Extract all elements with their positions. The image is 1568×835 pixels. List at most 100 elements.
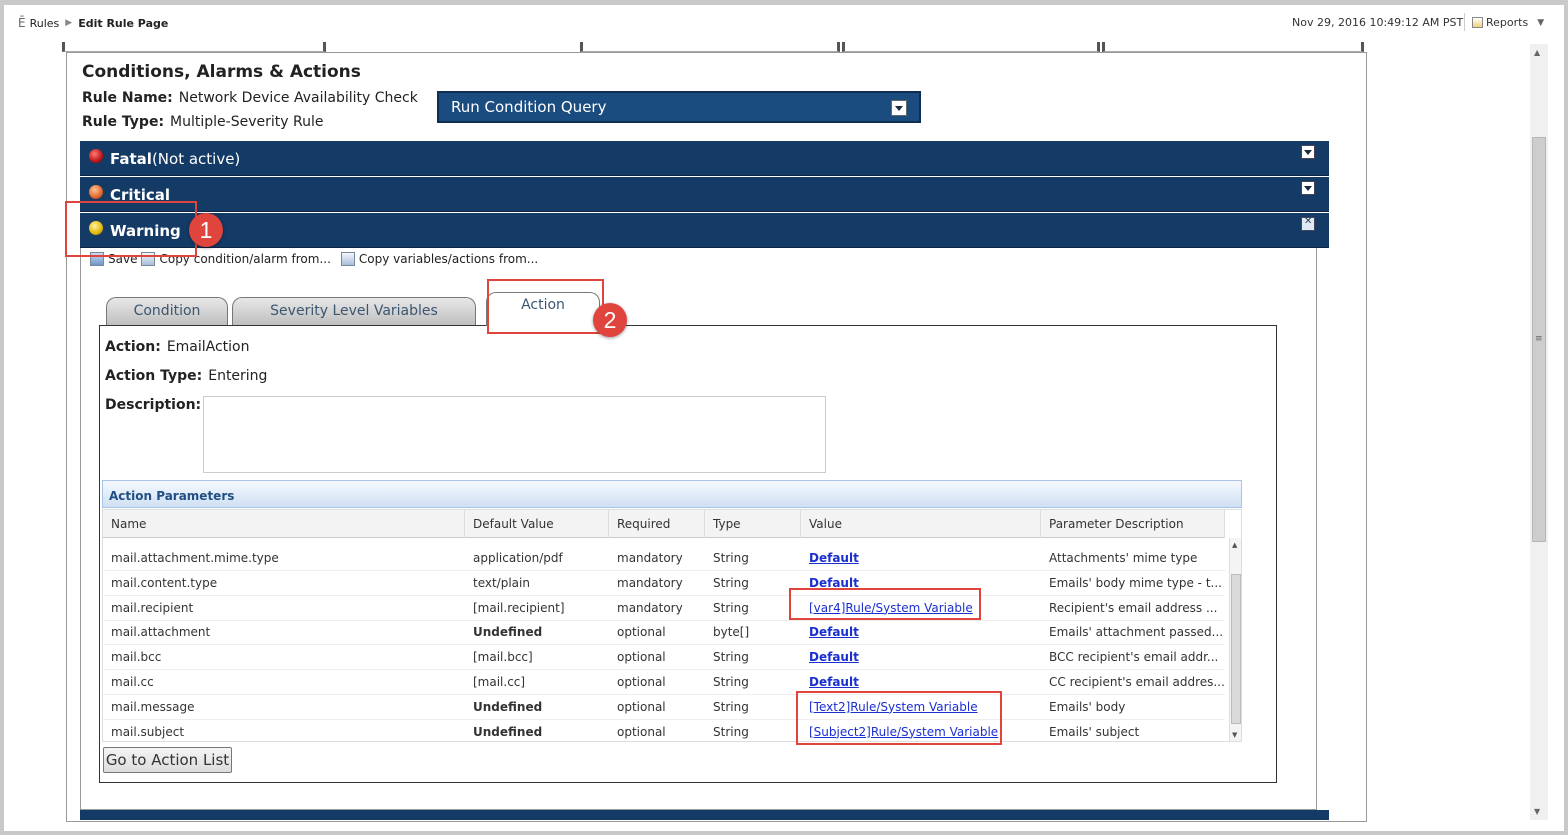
rule-name-label: Rule Name: xyxy=(82,90,173,106)
top-tab[interactable] xyxy=(62,42,326,52)
value-link[interactable]: [var4]Rule/System Variable xyxy=(809,601,973,615)
tab-severity-level-variables[interactable]: Severity Level Variables xyxy=(232,297,476,325)
table-row[interactable]: mail.recipient [mail.recipient] mandatory S… xyxy=(103,596,1225,621)
cell-required: optional xyxy=(617,650,666,665)
cell-default-value: text/plain xyxy=(473,575,530,590)
reports-menu[interactable]: Reports ▼ xyxy=(1472,16,1544,29)
cell-type: byte[] xyxy=(713,625,750,640)
table-row[interactable]: mail.attachment.mime.type application/pdf… xyxy=(103,546,1225,571)
save-icon[interactable] xyxy=(90,252,104,266)
cell-value[interactable]: Default xyxy=(801,670,1041,695)
severity-critical[interactable]: Critical xyxy=(80,177,1329,212)
rule-type: Rule Type: Multiple-Severity Rule xyxy=(82,114,323,130)
expand-icon[interactable] xyxy=(1301,181,1315,195)
cell-value[interactable]: Default xyxy=(801,620,1041,645)
cell-name: mail.attachment.mime.type xyxy=(111,551,279,565)
value-link[interactable]: Default xyxy=(809,650,859,664)
reports-label: Reports xyxy=(1486,16,1529,29)
top-tab[interactable] xyxy=(580,42,840,52)
value-link[interactable]: [Text2]Rule/System Variable xyxy=(809,700,978,714)
collapse-icon[interactable] xyxy=(1301,216,1315,231)
value-link[interactable]: [Subject2]Rule/System Variable xyxy=(809,725,998,739)
cell-type: String xyxy=(713,675,749,689)
rule-type-value: Multiple-Severity Rule xyxy=(170,114,324,130)
breadcrumb-rules-link[interactable]: Rules xyxy=(30,17,60,30)
action-parameters-grid: Name Default Value Required Type Value P… xyxy=(102,509,1242,742)
col-parameter-description[interactable]: Parameter Description xyxy=(1041,510,1225,538)
cell-default-value: application/pdf xyxy=(473,551,563,565)
rule-type-label: Rule Type: xyxy=(82,114,165,130)
cell-value[interactable]: Default xyxy=(801,546,1041,571)
scroll-up-icon[interactable]: ▲ xyxy=(1232,541,1237,549)
severity-warning[interactable]: Warning xyxy=(80,213,1329,248)
cell-default-value: [mail.bcc] xyxy=(473,650,533,665)
cell-default-value: [mail.recipient] xyxy=(473,600,565,615)
copy-icon[interactable] xyxy=(141,252,156,266)
go-to-action-list-button[interactable]: Go to Action List xyxy=(103,747,232,773)
cell-default-value: Undefined xyxy=(473,699,543,714)
query-label: Run Condition Query xyxy=(451,98,607,116)
run-condition-query-dropdown[interactable]: Run Condition Query xyxy=(437,91,921,123)
cell-name: mail.message xyxy=(111,699,195,714)
grid-scrollbar-thumb[interactable] xyxy=(1231,574,1241,724)
cell-type: String xyxy=(713,699,749,714)
critical-status-icon xyxy=(89,185,103,199)
cell-value[interactable]: [Text2]Rule/System Variable xyxy=(801,695,1041,720)
cell-name: mail.subject xyxy=(111,724,185,739)
description-label: Description: xyxy=(105,397,202,413)
table-row[interactable]: mail.bcc [mail.bcc] optional String Default B… xyxy=(103,645,1225,671)
table-row[interactable]: mail.subject Undefined optional String [Subj… xyxy=(103,720,1225,741)
top-tab[interactable] xyxy=(1102,42,1364,52)
scroll-up-icon[interactable]: ▲ xyxy=(1534,48,1540,57)
cell-value[interactable]: Default xyxy=(801,645,1041,670)
col-default-value[interactable]: Default Value xyxy=(465,510,609,538)
col-type[interactable]: Type xyxy=(705,510,801,538)
description-row: Description: xyxy=(105,397,207,413)
cell-default-value: Undefined xyxy=(473,724,543,739)
col-name[interactable]: Name xyxy=(103,510,465,538)
cell-name: mail.content.type xyxy=(111,575,218,590)
cell-value[interactable]: [var4]Rule/System Variable xyxy=(801,596,1041,621)
cell-description: Attachments' mime type xyxy=(1049,551,1198,565)
save-button[interactable]: Save xyxy=(108,252,137,266)
cell-required: mandatory xyxy=(617,600,683,615)
severity-name: Fatal xyxy=(110,150,152,168)
page-scrollbar[interactable]: ▲ ≡ ▼ xyxy=(1530,44,1548,820)
cell-type: String xyxy=(713,600,749,615)
col-value[interactable]: Value xyxy=(801,510,1041,538)
expand-icon[interactable] xyxy=(1301,145,1315,159)
tab-action[interactable]: Action xyxy=(486,292,600,326)
fatal-status-icon xyxy=(89,149,103,163)
grid-scrollbar[interactable]: ▲ ▼ xyxy=(1229,538,1241,741)
value-link[interactable]: Default xyxy=(809,625,859,639)
cell-default-value: Undefined xyxy=(473,625,543,640)
col-required[interactable]: Required xyxy=(609,510,705,538)
next-section-bar xyxy=(80,810,1329,820)
value-link[interactable]: Default xyxy=(809,576,859,590)
tab-condition[interactable]: Condition xyxy=(106,297,228,325)
copy-icon[interactable] xyxy=(340,252,355,266)
action-row: Action: EmailAction xyxy=(105,339,250,355)
scroll-down-icon[interactable]: ▼ xyxy=(1534,807,1540,816)
cell-value[interactable]: Default xyxy=(801,571,1041,596)
table-row[interactable]: mail.content.type text/plain mandatory Stri… xyxy=(103,571,1225,596)
table-row[interactable]: mail.attachment Undefined optional byte[] De… xyxy=(103,620,1225,646)
value-link[interactable]: Default xyxy=(809,675,859,689)
chevron-down-icon[interactable] xyxy=(891,100,907,116)
copy-condition-button[interactable]: Copy condition/alarm from... xyxy=(159,252,330,266)
table-row[interactable]: mail.message Undefined optional String [Text… xyxy=(103,695,1225,720)
severity-fatal[interactable]: Fatal(Not active) xyxy=(80,141,1329,176)
value-link[interactable]: Default xyxy=(809,551,859,565)
cell-type: String xyxy=(713,724,749,739)
scroll-down-icon[interactable]: ▼ xyxy=(1232,731,1237,739)
description-field[interactable] xyxy=(203,396,826,473)
cell-description: Emails' body xyxy=(1049,699,1126,714)
top-tab[interactable] xyxy=(842,42,1100,52)
chevron-down-icon: ▼ xyxy=(1537,17,1545,28)
annotation-badge-2: 2 xyxy=(593,303,627,337)
cell-value[interactable]: [Subject2]Rule/System Variable xyxy=(801,720,1041,741)
rule-name-value: Network Device Availability Check xyxy=(178,90,418,106)
action-parameters-header: Action Parameters xyxy=(102,480,1242,508)
copy-variables-button[interactable]: Copy variables/actions from... xyxy=(359,252,538,266)
table-row[interactable]: mail.cc [mail.cc] optional String Default CC … xyxy=(103,670,1225,695)
